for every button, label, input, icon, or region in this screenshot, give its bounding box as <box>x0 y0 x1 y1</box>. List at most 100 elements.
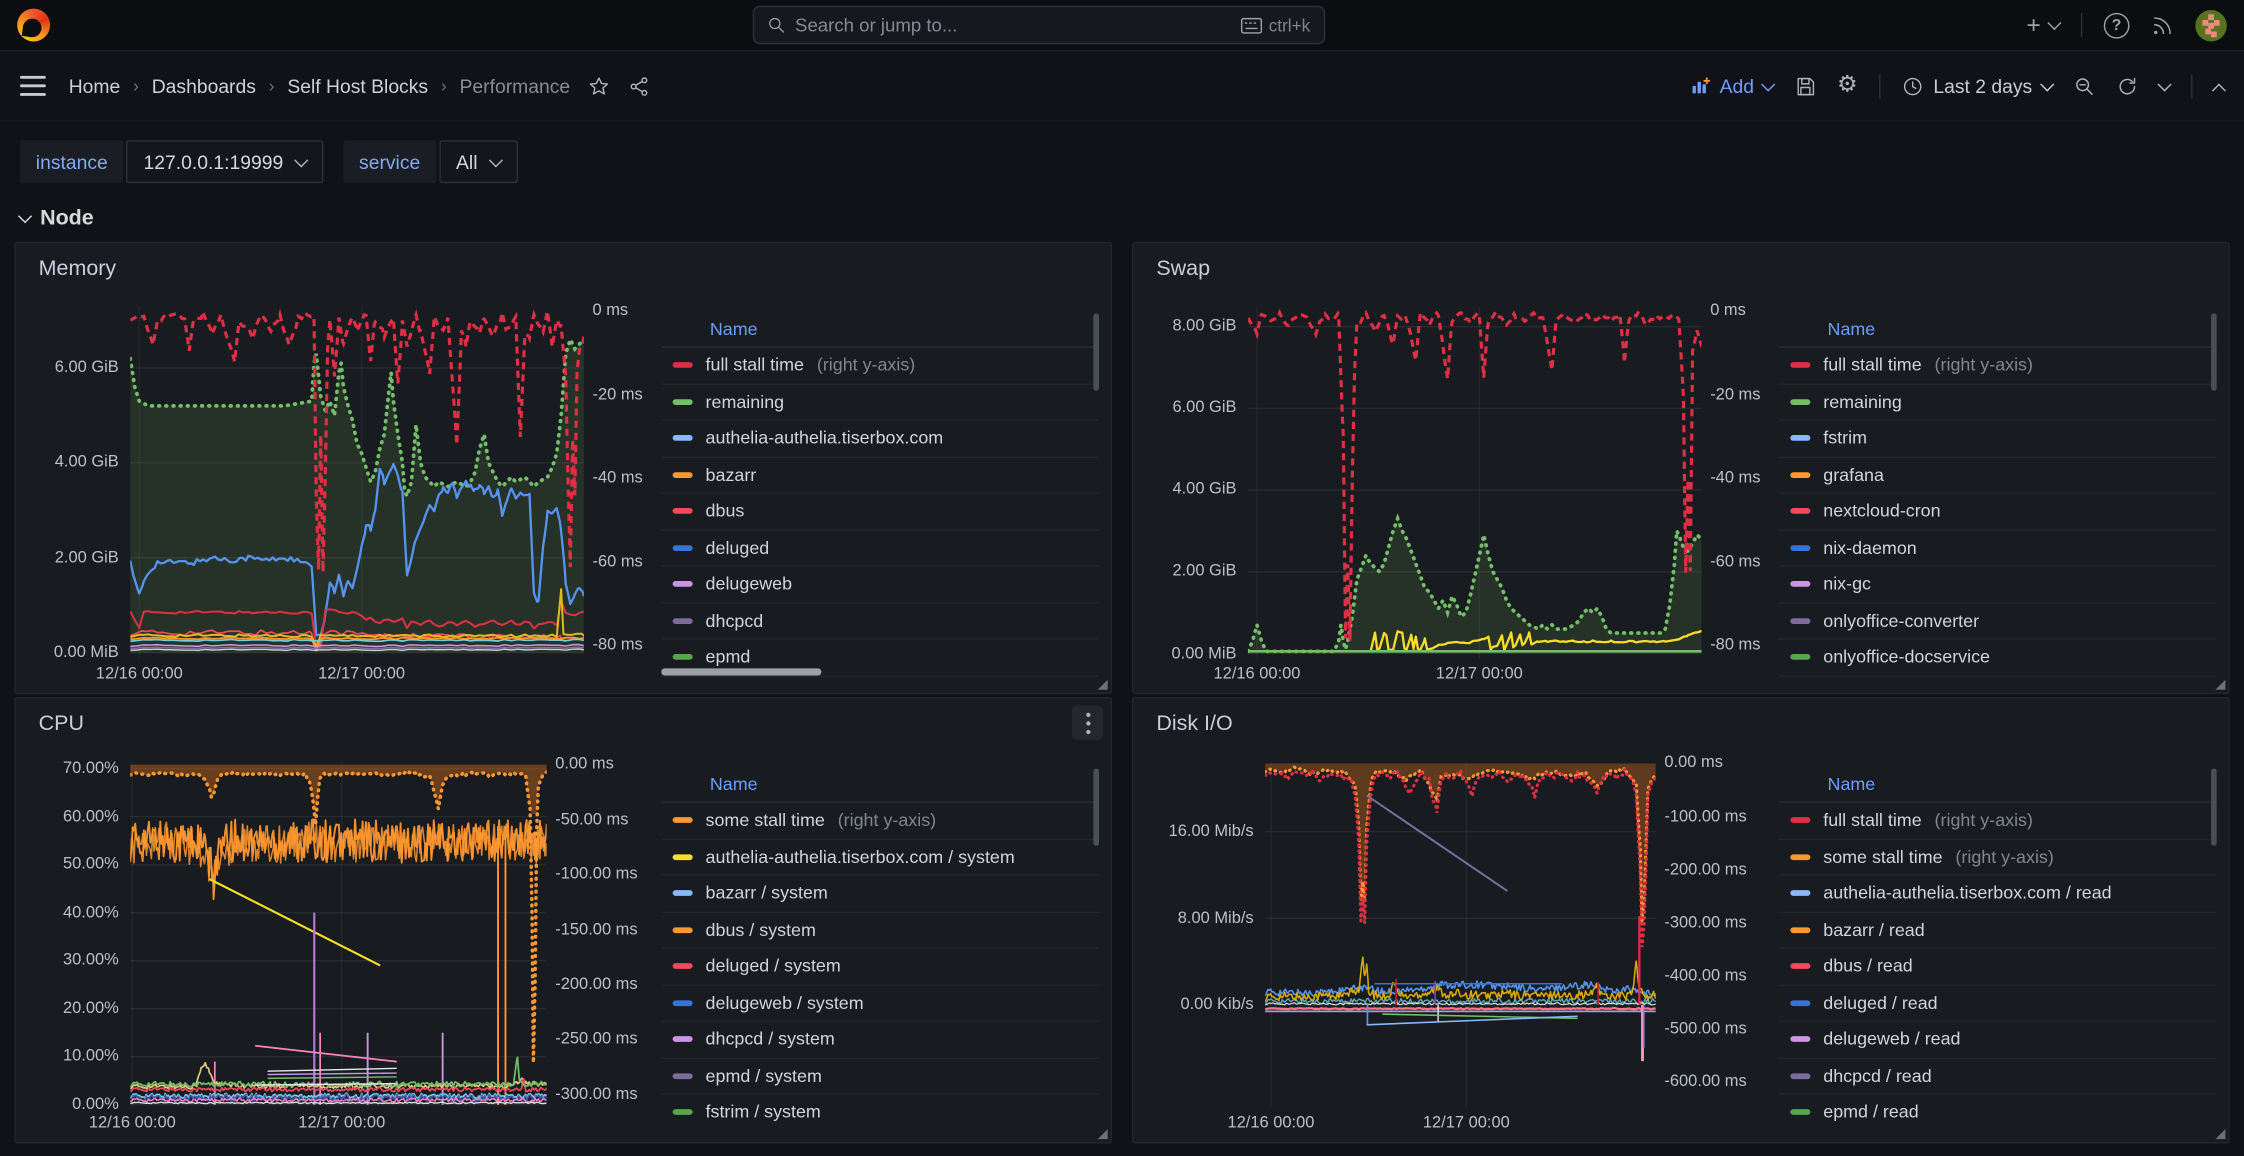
legend-item[interactable]: remaining <box>1779 384 2217 420</box>
plot-area[interactable] <box>1248 306 1702 658</box>
breadcrumb-home[interactable]: Home <box>69 75 121 96</box>
panel-cpu: CPU 70.00%60.00%50.00%40.00%30.00%20.00%… <box>14 697 1112 1144</box>
legend-scrollbar-vertical[interactable] <box>1093 769 1099 846</box>
legend-item[interactable]: deluged <box>661 530 1099 566</box>
legend-item[interactable]: full stall time(right y-axis) <box>1779 803 2217 839</box>
plot-area[interactable] <box>1265 761 1656 1107</box>
legend-item[interactable]: nextcloud-cron <box>1779 494 2217 530</box>
legend-item[interactable]: bazarr <box>661 457 1099 493</box>
legend-swatch <box>673 618 693 624</box>
panel-title[interactable]: Swap <box>1156 256 1210 280</box>
legend-item[interactable]: dhcpcd / read <box>1779 1058 2217 1094</box>
panel-title[interactable]: CPU <box>39 711 84 735</box>
right-axis: 0.00 ms-100.00 ms-200.00 ms-300.00 ms-40… <box>1656 761 1776 1107</box>
user-avatar[interactable] <box>2195 9 2226 40</box>
news-rss-button[interactable] <box>2151 14 2174 37</box>
legend-item[interactable]: full stall time(right y-axis) <box>1779 348 2217 384</box>
search-box[interactable]: Search or jump to... ctrl+k <box>752 6 1324 45</box>
legend-item[interactable]: dbus / read <box>1779 949 2217 985</box>
grafana-logo-icon[interactable] <box>17 9 50 42</box>
legend-item[interactable]: full stall time(right y-axis) <box>661 348 1099 384</box>
right-axis-tick: -40 ms <box>1710 469 1760 486</box>
legend-item[interactable]: onlyoffice-converter <box>1779 603 2217 639</box>
add-button[interactable]: Add <box>1690 75 1773 96</box>
legend-item[interactable]: nix-daemon <box>1779 530 2217 566</box>
star-favorite-button[interactable] <box>589 75 610 96</box>
legend-item[interactable]: grafana <box>1779 457 2217 493</box>
legend-item[interactable]: some stall time(right y-axis) <box>661 803 1099 839</box>
chart: 16.00 Mib/s8.00 Mib/s0.00 Kib/s 0.00 ms-… <box>1145 761 1776 1142</box>
legend-item[interactable]: authelia-authelia.tiserbox.com / read <box>1779 876 2217 912</box>
legend-header[interactable]: Name <box>1779 766 2217 803</box>
legend-item[interactable]: fstrim <box>1779 421 2217 457</box>
legend-item[interactable]: remaining <box>661 384 1099 420</box>
save-button[interactable] <box>1794 75 1815 96</box>
panel-resize-handle[interactable] <box>1098 1129 1108 1139</box>
collapse-toolbar-button[interactable] <box>2212 83 2226 97</box>
legend-header[interactable]: Name <box>1779 311 2217 348</box>
right-axis-tick: -50.00 ms <box>555 811 628 828</box>
panel-resize-handle[interactable] <box>1098 680 1108 690</box>
legend-header[interactable]: Name <box>661 311 1099 348</box>
menu-toggle-button[interactable] <box>20 76 46 96</box>
legend-item[interactable]: delugeweb / read <box>1779 1022 2217 1058</box>
panel-resize-handle[interactable] <box>2215 1129 2225 1139</box>
legend-item[interactable]: delugeweb <box>661 567 1099 603</box>
chevron-down-icon <box>2047 16 2061 30</box>
legend-item[interactable]: epmd / system <box>661 1058 1099 1094</box>
variable-instance-select[interactable]: 127.0.0.1:19999 <box>126 140 323 183</box>
legend-item[interactable]: nix-gc <box>1779 567 2217 603</box>
legend-label: epmd <box>706 647 751 667</box>
legend-item[interactable]: postgresql <box>1779 676 2217 680</box>
legend-item[interactable]: bazarr / read <box>1779 912 2217 948</box>
share-button[interactable] <box>629 75 650 96</box>
time-range-picker[interactable]: Last 2 days <box>1902 75 2052 96</box>
legend-item[interactable]: deluged / read <box>1779 985 2217 1021</box>
plot-area[interactable] <box>130 306 584 658</box>
legend-item[interactable]: onlyoffice-docservice <box>1779 640 2217 676</box>
legend-header[interactable]: Name <box>661 766 1099 803</box>
breadcrumb-dashboards[interactable]: Dashboards <box>152 75 256 96</box>
refresh-button[interactable] <box>2117 75 2138 96</box>
legend-swatch <box>1790 1109 1810 1115</box>
left-axis-tick: 0.00% <box>72 1096 119 1113</box>
legend-swatch <box>673 472 693 478</box>
legend-item[interactable]: fstrim / system <box>661 1095 1099 1129</box>
legend-item[interactable]: dhcpcd / system <box>661 1022 1099 1058</box>
help-button[interactable]: ? <box>2104 12 2130 38</box>
legend-item[interactable]: authelia-authelia.tiserbox.com / system <box>661 839 1099 875</box>
left-axis-tick: 0.00 Kib/s <box>1180 996 1253 1013</box>
breadcrumb-folder[interactable]: Self Host Blocks <box>287 75 428 96</box>
panel-menu-button[interactable] <box>1072 706 1103 740</box>
legend-item[interactable]: authelia-authelia.tiserbox.com <box>661 421 1099 457</box>
new-button[interactable]: + <box>2027 13 2060 37</box>
legend-item[interactable]: deluged / system <box>661 949 1099 985</box>
legend-item[interactable]: fstrim <box>661 676 1099 680</box>
right-axis-tick: -400.00 ms <box>1664 967 1746 984</box>
panel-title[interactable]: Memory <box>39 256 117 280</box>
section-node[interactable]: Node <box>0 183 2244 242</box>
legend-item[interactable]: dbus / system <box>661 912 1099 948</box>
legend-item[interactable]: epmd / read <box>1779 1095 2217 1129</box>
refresh-interval-dropdown[interactable] <box>2157 77 2171 91</box>
settings-gear-button[interactable]: ⚙ <box>1837 74 1858 97</box>
x-axis-tick: 12/16 00:00 <box>89 1115 176 1132</box>
legend-item[interactable]: some stall time(right y-axis) <box>1779 839 2217 875</box>
legend-item[interactable]: delugeweb / system <box>661 985 1099 1021</box>
left-axis-tick: 6.00 GiB <box>1172 400 1236 417</box>
variable-service-select[interactable]: All <box>439 140 518 183</box>
legend-label: onlyoffice-converter <box>1823 611 1979 631</box>
legend-scrollbar-vertical[interactable] <box>1093 313 1099 390</box>
panel-title[interactable]: Disk I/O <box>1156 711 1232 735</box>
x-axis: 12/16 00:0012/17 00:00 <box>130 658 584 692</box>
zoom-out-button[interactable] <box>2074 75 2095 96</box>
legend-item[interactable]: bazarr / system <box>661 876 1099 912</box>
plot-area[interactable] <box>130 761 546 1107</box>
legend-scrollbar-vertical[interactable] <box>2211 313 2217 390</box>
legend-item[interactable]: dhcpcd <box>661 603 1099 639</box>
panel-resize-handle[interactable] <box>2215 680 2225 690</box>
legend-scrollbar-vertical[interactable] <box>2211 769 2217 846</box>
legend-scrollbar-horizontal[interactable] <box>661 668 821 675</box>
left-axis: 16.00 Mib/s8.00 Mib/s0.00 Kib/s <box>1145 761 1265 1107</box>
legend-item[interactable]: dbus <box>661 494 1099 530</box>
